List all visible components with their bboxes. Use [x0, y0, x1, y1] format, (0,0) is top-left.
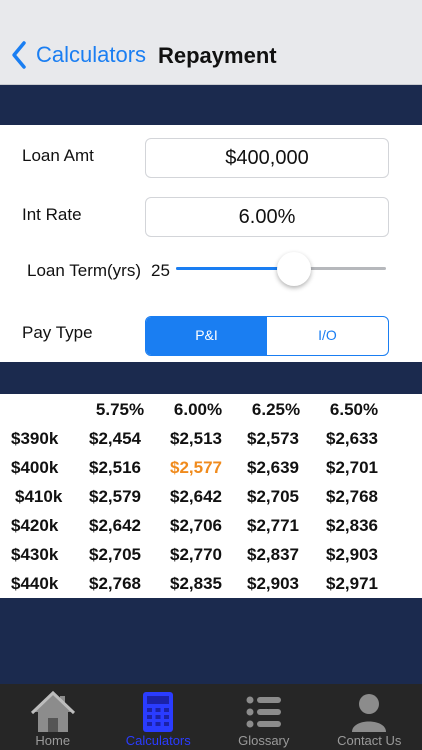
- tab-calculators[interactable]: Calculators: [106, 684, 212, 750]
- calculator-icon: [143, 692, 174, 732]
- tab-contact-us[interactable]: Contact Us: [317, 684, 422, 750]
- loan-amt-field[interactable]: $400,000: [145, 138, 389, 178]
- rate-header: 6.25%: [251, 400, 301, 419]
- table-cell: $2,639: [247, 458, 299, 477]
- table-cell: $2,706: [170, 516, 222, 535]
- rate-header: 6.50%: [329, 400, 379, 419]
- table-cell: $2,836: [326, 516, 378, 535]
- int-rate-field[interactable]: 6.00%: [145, 197, 389, 237]
- chevron-left-icon: [12, 41, 26, 69]
- rate-header: 5.75%: [95, 400, 145, 419]
- repayment-table: 5.75% 6.00% 6.25% 6.50% $390k $2,454 $2,…: [0, 394, 422, 598]
- table-cell: $2,633: [326, 429, 378, 448]
- pay-type-label: Pay Type: [22, 323, 93, 342]
- page-title: Repayment: [158, 43, 277, 68]
- loan-form: Loan Amt $400,000 Int Rate 6.00% Loan Te…: [0, 125, 422, 362]
- slider-thumb[interactable]: [276, 252, 311, 286]
- row-amount: $390k: [11, 429, 59, 448]
- tab-glossary[interactable]: Glossary: [211, 684, 317, 750]
- table-cell-highlighted: $2,577: [170, 458, 222, 477]
- pay-type-option-pi[interactable]: P&I: [146, 317, 267, 355]
- table-cell: $2,705: [89, 545, 141, 564]
- table-cell: $2,642: [170, 487, 222, 506]
- tab-bar: Home Calculators Glossary Contact Us: [0, 684, 422, 750]
- table-cell: $2,903: [247, 574, 299, 593]
- back-label: Calculators: [36, 42, 147, 67]
- table-cell: $2,642: [89, 516, 141, 535]
- header-band: [0, 85, 422, 125]
- table-cell: $2,903: [326, 545, 378, 564]
- row-amount: $420k: [11, 516, 59, 535]
- table-cell: $2,573: [247, 429, 299, 448]
- table-cell: $2,705: [247, 487, 299, 506]
- loan-term-value: 25: [151, 261, 170, 280]
- tab-home-label: Home: [35, 733, 71, 748]
- table-cell: $2,835: [170, 574, 222, 593]
- table-cell: $2,971: [326, 574, 378, 593]
- list-icon: [246, 696, 281, 728]
- table-cell: $2,768: [326, 487, 378, 506]
- table-cell: $2,701: [326, 458, 378, 477]
- tab-contact-us-label: Contact Us: [337, 733, 402, 748]
- slider-fill: [176, 267, 294, 270]
- row-amount: $430k: [11, 545, 59, 564]
- person-icon: [352, 694, 387, 732]
- row-amount: $410k: [15, 487, 63, 506]
- table-header-band: [0, 362, 422, 394]
- table-cell: $2,770: [170, 545, 222, 564]
- loan-term-label: Loan Term(yrs): [27, 261, 141, 280]
- tab-home[interactable]: Home: [0, 684, 106, 750]
- int-rate-label: Int Rate: [22, 205, 82, 224]
- table-cell: $2,513: [170, 429, 222, 448]
- tab-glossary-label: Glossary: [238, 733, 290, 748]
- loan-term-slider[interactable]: [176, 252, 386, 286]
- navigation-bar: Calculators Repayment: [0, 0, 422, 85]
- pay-type-option-io[interactable]: I/O: [267, 317, 388, 355]
- pay-type-segmented-control: P&I I/O: [145, 316, 389, 356]
- table-cell: $2,768: [89, 574, 141, 593]
- rate-header: 6.00%: [173, 400, 223, 419]
- table-cell: $2,837: [247, 545, 299, 564]
- row-amount: $400k: [11, 458, 59, 477]
- tab-calculators-label: Calculators: [125, 733, 191, 748]
- home-icon: [30, 690, 75, 732]
- back-button[interactable]: Calculators: [10, 40, 146, 70]
- table-cell: $2,771: [247, 516, 299, 535]
- table-cell: $2,516: [89, 458, 141, 477]
- table-cell: $2,454: [89, 429, 141, 448]
- table-cell: $2,579: [89, 487, 141, 506]
- loan-amt-label: Loan Amt: [22, 146, 94, 165]
- row-amount: $440k: [11, 574, 59, 593]
